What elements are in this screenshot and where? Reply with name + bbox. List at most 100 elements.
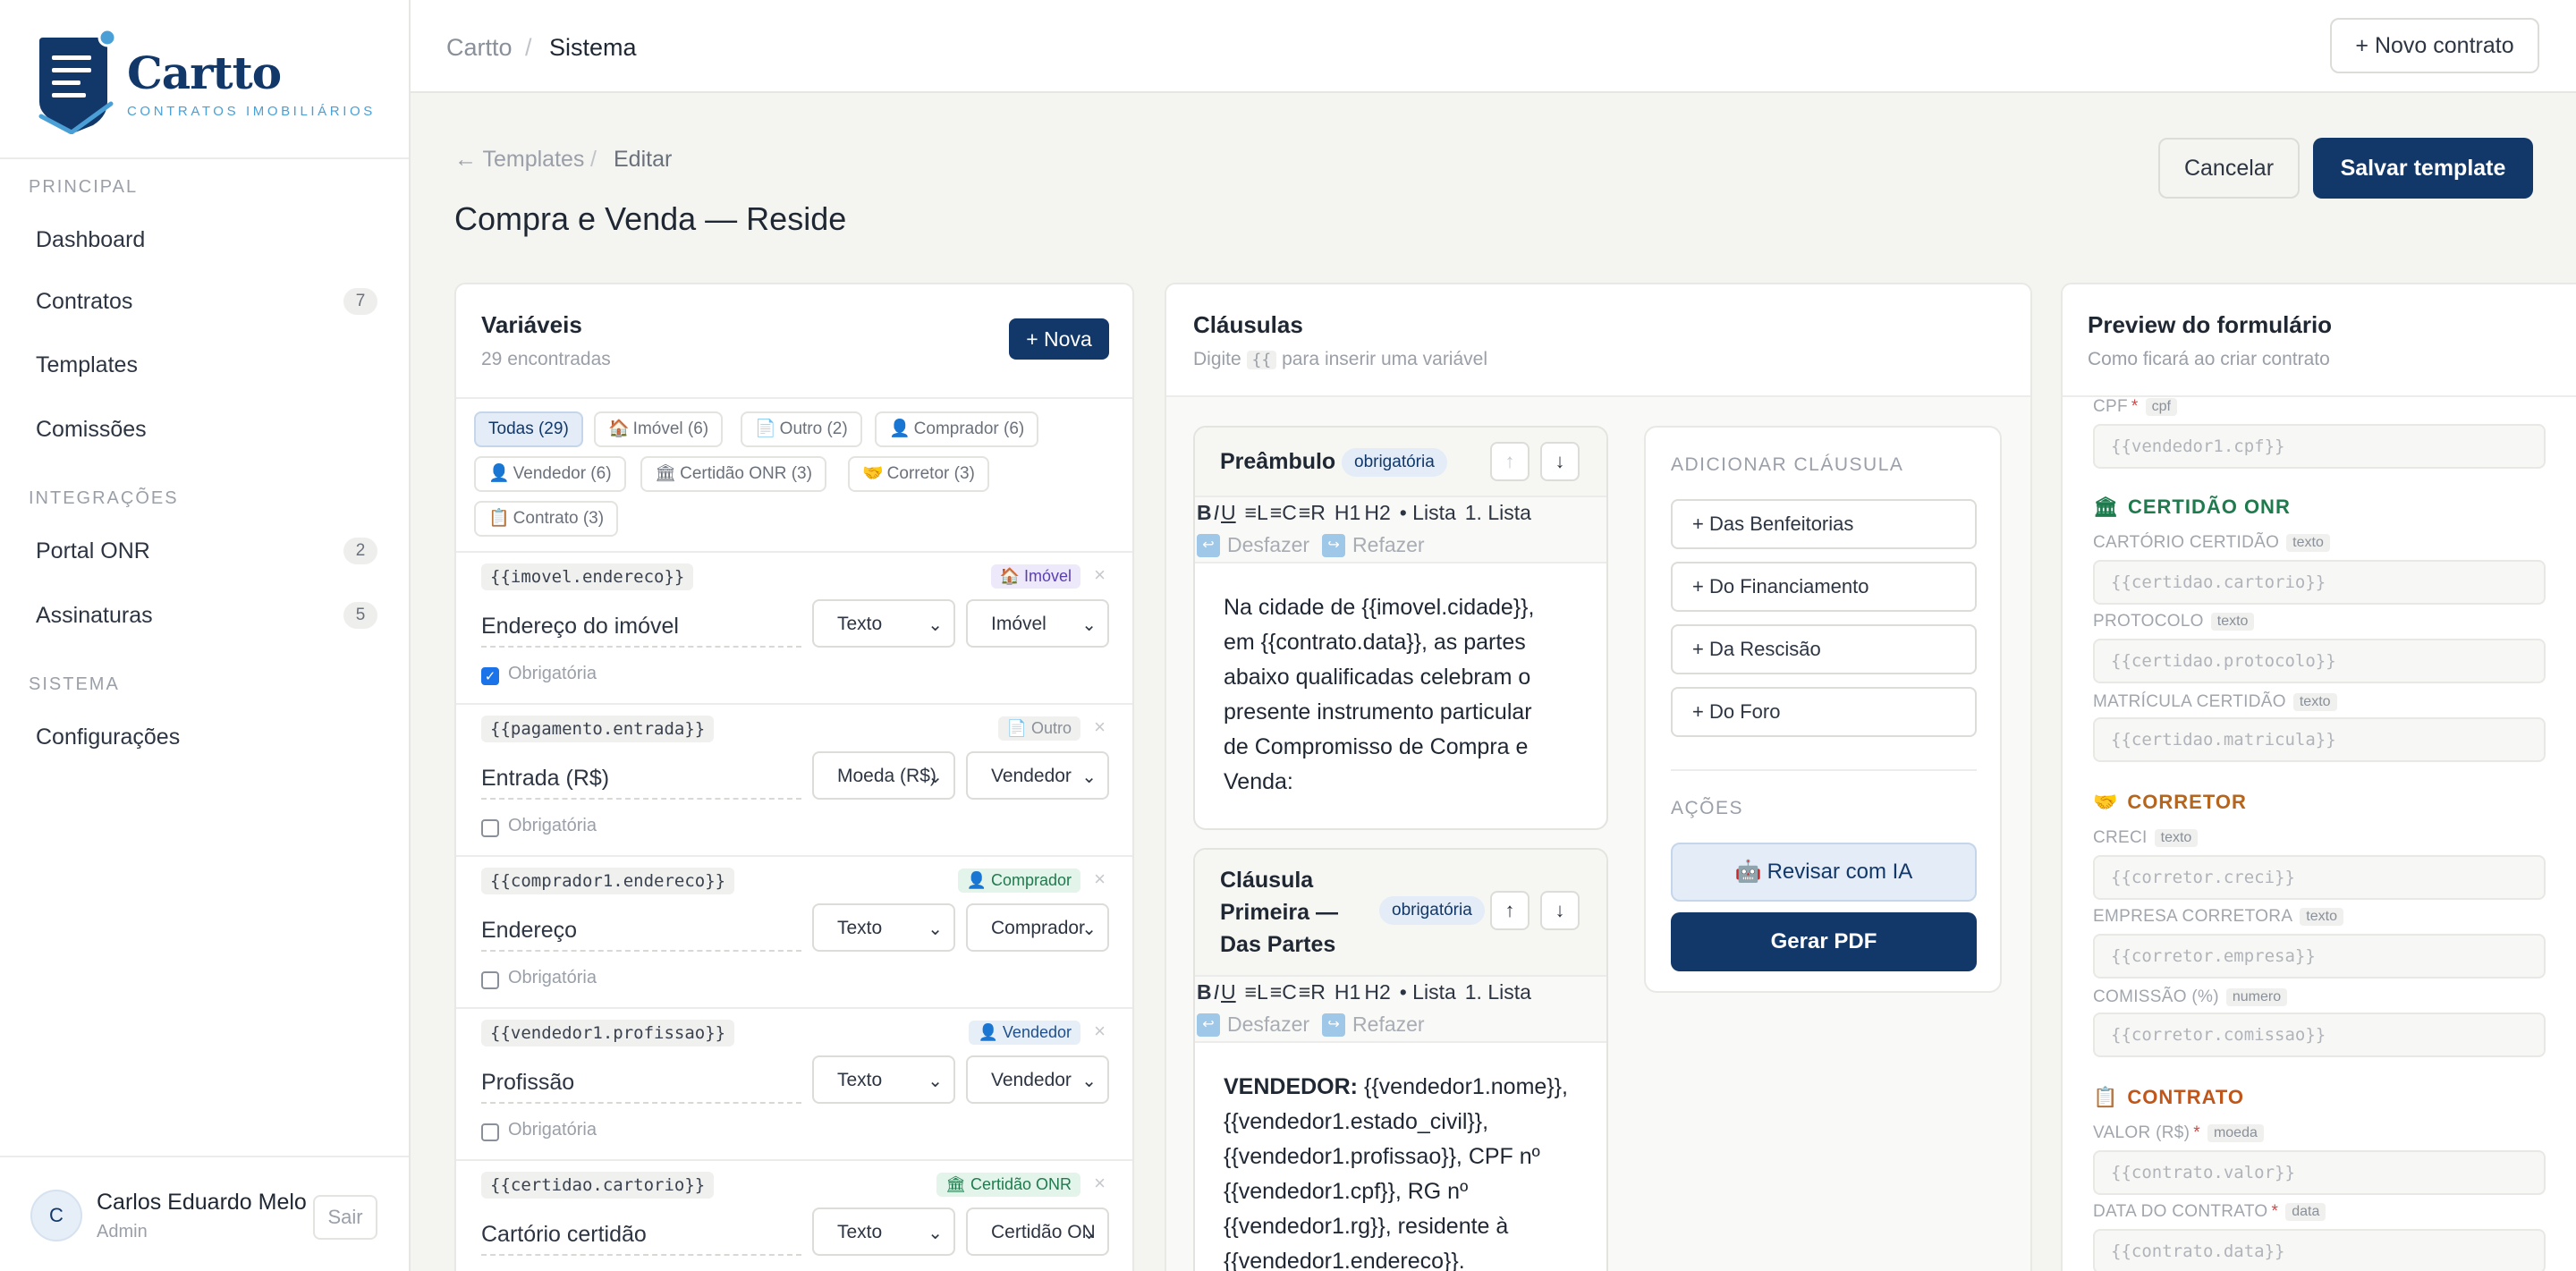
remove-variable-icon[interactable]: × xyxy=(1094,716,1106,739)
add-clause-foro-button[interactable]: + Do Foro xyxy=(1671,687,1977,737)
new-contract-button[interactable]: + Novo contrato xyxy=(2330,18,2539,73)
italic-button[interactable]: I xyxy=(1214,980,1219,1004)
sidebar-item-assinaturas[interactable]: Assinaturas 5 xyxy=(13,590,383,640)
ordered-list-button[interactable]: 1. Lista xyxy=(1465,980,1531,1004)
move-up-button[interactable]: ↑ xyxy=(1490,891,1530,930)
back-to-templates-link[interactable]: ← Templates xyxy=(454,147,584,173)
sidebar-item-dashboard[interactable]: Dashboard xyxy=(13,215,383,265)
heading1-button[interactable]: H1 xyxy=(1335,980,1360,1004)
variable-group-select[interactable]: Certidão ON ⌄ xyxy=(966,1207,1109,1256)
remove-variable-icon[interactable]: × xyxy=(1094,1020,1106,1043)
variable-label-input[interactable]: Endereço do imóvel xyxy=(481,608,801,648)
remove-variable-icon[interactable]: × xyxy=(1094,563,1106,587)
sidebar-item-configuracoes[interactable]: Configurações xyxy=(13,712,383,762)
review-ai-button[interactable]: 🤖 Revisar com IA xyxy=(1671,843,1977,902)
heading2-button[interactable]: H2 xyxy=(1364,980,1390,1004)
move-up-button[interactable]: ↑ xyxy=(1490,442,1530,481)
bold-button[interactable]: B xyxy=(1197,501,1212,525)
add-clause-benfeitorias-button[interactable]: + Das Benfeitorias xyxy=(1671,499,1977,549)
heading1-button[interactable]: H1 xyxy=(1335,501,1360,525)
filter-chip-imovel[interactable]: 🏠 Imóvel (6) xyxy=(594,411,724,447)
italic-button[interactable]: I xyxy=(1214,501,1219,525)
filter-chip-vendedor[interactable]: 👤 Vendedor (6) xyxy=(474,456,626,492)
generate-pdf-button[interactable]: Gerar PDF xyxy=(1671,912,1977,971)
logout-button[interactable]: Sair xyxy=(313,1195,377,1240)
undo-button[interactable]: ↩ Desfazer xyxy=(1197,533,1309,557)
underline-button[interactable]: U xyxy=(1221,501,1236,525)
bold-button[interactable]: B xyxy=(1197,980,1212,1004)
required-checkbox[interactable] xyxy=(481,1123,499,1141)
house-icon: 🏠 xyxy=(608,419,630,438)
preview-input[interactable]: {{corretor.comissao}} xyxy=(2093,1013,2546,1057)
button-label: Revisar com IA xyxy=(1767,860,1913,884)
preview-input[interactable]: {{contrato.valor}} xyxy=(2093,1150,2546,1195)
filter-chip-outro[interactable]: 📄 Outro (2) xyxy=(741,411,862,447)
new-variable-button[interactable]: + Nova xyxy=(1009,318,1109,360)
add-clause-rescisao-button[interactable]: + Da Rescisão xyxy=(1671,624,1977,674)
preview-input[interactable]: {{contrato.data}} xyxy=(2093,1229,2546,1271)
align-center-button[interactable]: ≡C xyxy=(1270,501,1297,525)
bank-icon: 🏛 xyxy=(945,1175,966,1193)
move-down-button[interactable]: ↓ xyxy=(1540,442,1580,481)
variable-group-select[interactable]: Imóvel ⌄ xyxy=(966,599,1109,648)
bullet-list-button[interactable]: • Lista xyxy=(1400,980,1456,1004)
required-checkbox[interactable] xyxy=(481,971,499,989)
variable-type-select[interactable]: Moeda (R$) ⌄ xyxy=(812,751,955,800)
clause-body[interactable]: Na cidade de {{imovel.cidade}}, em {{con… xyxy=(1224,590,1534,800)
preview-input-cpf[interactable]: {{vendedor1.cpf}} xyxy=(2093,424,2546,469)
variable-label-input[interactable]: Profissão xyxy=(481,1064,801,1104)
align-right-button[interactable]: ≡R xyxy=(1299,501,1326,525)
heading2-button[interactable]: H2 xyxy=(1364,501,1390,525)
sidebar-item-contratos[interactable]: Contratos 7 xyxy=(13,276,383,326)
cancel-button[interactable]: Cancelar xyxy=(2158,138,2300,199)
chip-label: Outro (2) xyxy=(779,419,848,438)
filter-chip-corretor[interactable]: 🤝 Corretor (3) xyxy=(848,456,989,492)
filter-chip-comprador[interactable]: 👤 Comprador (6) xyxy=(875,411,1039,447)
filter-chip-todas[interactable]: Todas (29) xyxy=(474,411,583,447)
chevron-down-icon: ⌄ xyxy=(1081,1224,1097,1243)
variable-label-input[interactable]: Endereço xyxy=(481,912,801,952)
brand-logo[interactable]: Cartto CONTRATOS IMOBILIÁRIOS xyxy=(36,27,376,134)
save-template-button[interactable]: Salvar template xyxy=(2313,138,2533,199)
preview-input[interactable]: {{certidao.cartorio}} xyxy=(2093,560,2546,605)
remove-variable-icon[interactable]: × xyxy=(1094,1172,1106,1195)
undo-button[interactable]: ↩ Desfazer xyxy=(1197,1013,1309,1037)
sidebar-item-portal-onr[interactable]: Portal ONR 2 xyxy=(13,526,383,576)
align-left-button[interactable]: ≡L xyxy=(1245,980,1268,1004)
undo-icon: ↩ xyxy=(1197,1013,1220,1037)
required-checkbox[interactable] xyxy=(481,819,499,837)
underline-button[interactable]: U xyxy=(1221,980,1236,1004)
align-right-button[interactable]: ≡R xyxy=(1299,980,1326,1004)
preview-input[interactable]: {{corretor.creci}} xyxy=(2093,855,2546,900)
variable-type-select[interactable]: Texto ⌄ xyxy=(812,599,955,648)
sidebar-item-comissoes[interactable]: Comissões xyxy=(13,404,383,454)
variable-type-select[interactable]: Texto ⌄ xyxy=(812,903,955,952)
filter-chip-certidao-onr[interactable]: 🏛 Certidão ONR (3) xyxy=(640,456,826,492)
redo-button[interactable]: ↪ Refazer xyxy=(1322,533,1425,557)
preview-input[interactable]: {{certidao.protocolo}} xyxy=(2093,639,2546,683)
variable-label-input[interactable]: Cartório certidão xyxy=(481,1216,801,1256)
variable-type-select[interactable]: Texto ⌄ xyxy=(812,1055,955,1104)
align-center-button[interactable]: ≡C xyxy=(1270,980,1297,1004)
sidebar-item-templates[interactable]: Templates xyxy=(13,340,383,390)
preview-input[interactable]: {{certidao.matricula}} xyxy=(2093,717,2546,762)
variable-group-select[interactable]: Comprador ⌄ xyxy=(966,903,1109,952)
align-left-button[interactable]: ≡L xyxy=(1245,501,1268,525)
remove-variable-icon[interactable]: × xyxy=(1094,868,1106,891)
add-clause-financiamento-button[interactable]: + Do Financiamento xyxy=(1671,562,1977,612)
move-down-button[interactable]: ↓ xyxy=(1540,891,1580,930)
clause-body[interactable]: VENDEDOR: {{vendedor1.nome}}, {{vendedor… xyxy=(1224,1070,1568,1271)
bullet-list-button[interactable]: • Lista xyxy=(1400,501,1456,525)
variable-type-select[interactable]: Texto ⌄ xyxy=(812,1207,955,1256)
redo-button[interactable]: ↪ Refazer xyxy=(1322,1013,1425,1037)
required-checkbox[interactable]: ✓ xyxy=(481,667,499,685)
variable-group-select[interactable]: Vendedor ⌄ xyxy=(966,751,1109,800)
filter-chip-contrato[interactable]: 📋 Contrato (3) xyxy=(474,501,619,537)
variable-group-select[interactable]: Vendedor ⌄ xyxy=(966,1055,1109,1104)
preview-input[interactable]: {{corretor.empresa}} xyxy=(2093,934,2546,979)
variable-label-input[interactable]: Entrada (R$) xyxy=(481,760,801,800)
breadcrumb-root[interactable]: Cartto xyxy=(446,34,513,62)
ordered-list-button[interactable]: 1. Lista xyxy=(1465,501,1531,525)
template-title-input[interactable] xyxy=(454,197,848,241)
required-label: Obrigatória xyxy=(508,1120,597,1140)
